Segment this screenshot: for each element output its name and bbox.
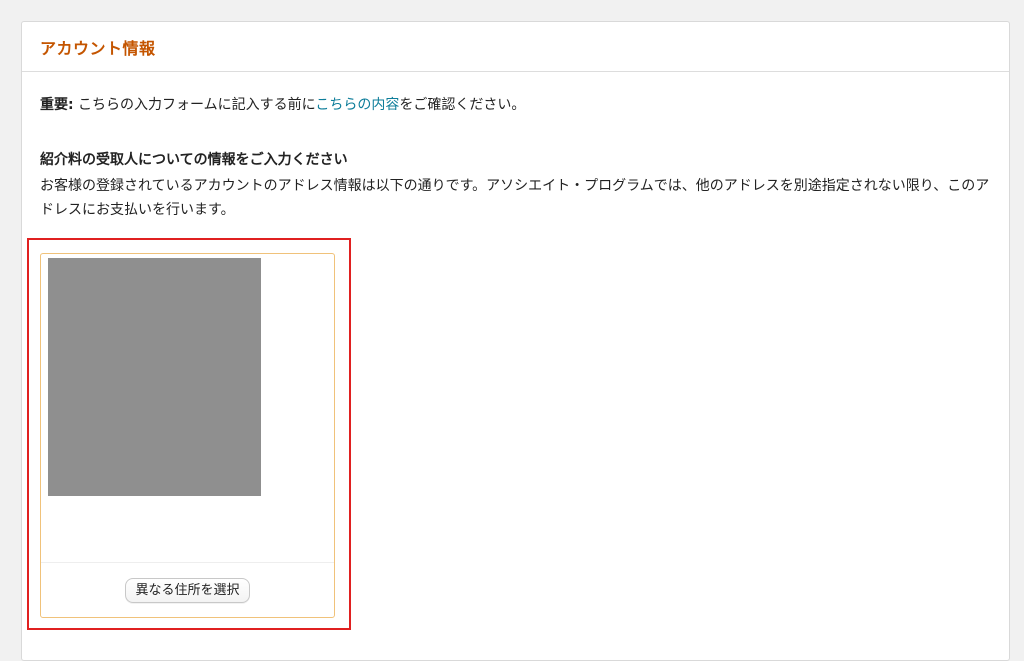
notice-text: こちらの入力フォームに記入する前に xyxy=(73,97,316,113)
payee-section-description: お客様の登録されているアカウントのアドレス情報は以下の通りです。アソシエイト・プ… xyxy=(40,178,990,218)
redacted-address-block xyxy=(48,258,261,496)
panel-title: アカウント情報 xyxy=(40,38,156,58)
notice-link[interactable]: こちらの内容 xyxy=(315,97,399,113)
payee-section-heading: 紹介料の受取人についての情報をご入力ください xyxy=(40,152,348,168)
notice-prefix: 重要: xyxy=(40,97,74,113)
select-different-address-button[interactable]: 異なる住所を選択 xyxy=(125,577,250,603)
notice-text-after: をご確認ください。 xyxy=(399,97,526,113)
address-card-footer: 異なる住所を選択 xyxy=(41,562,334,617)
important-notice: 重要: こちらの入力フォームに記入する前にこちらの内容をご確認ください。 xyxy=(40,95,525,115)
panel-header: アカウント情報 xyxy=(22,22,1009,72)
address-card: 異なる住所を選択 xyxy=(40,253,335,618)
